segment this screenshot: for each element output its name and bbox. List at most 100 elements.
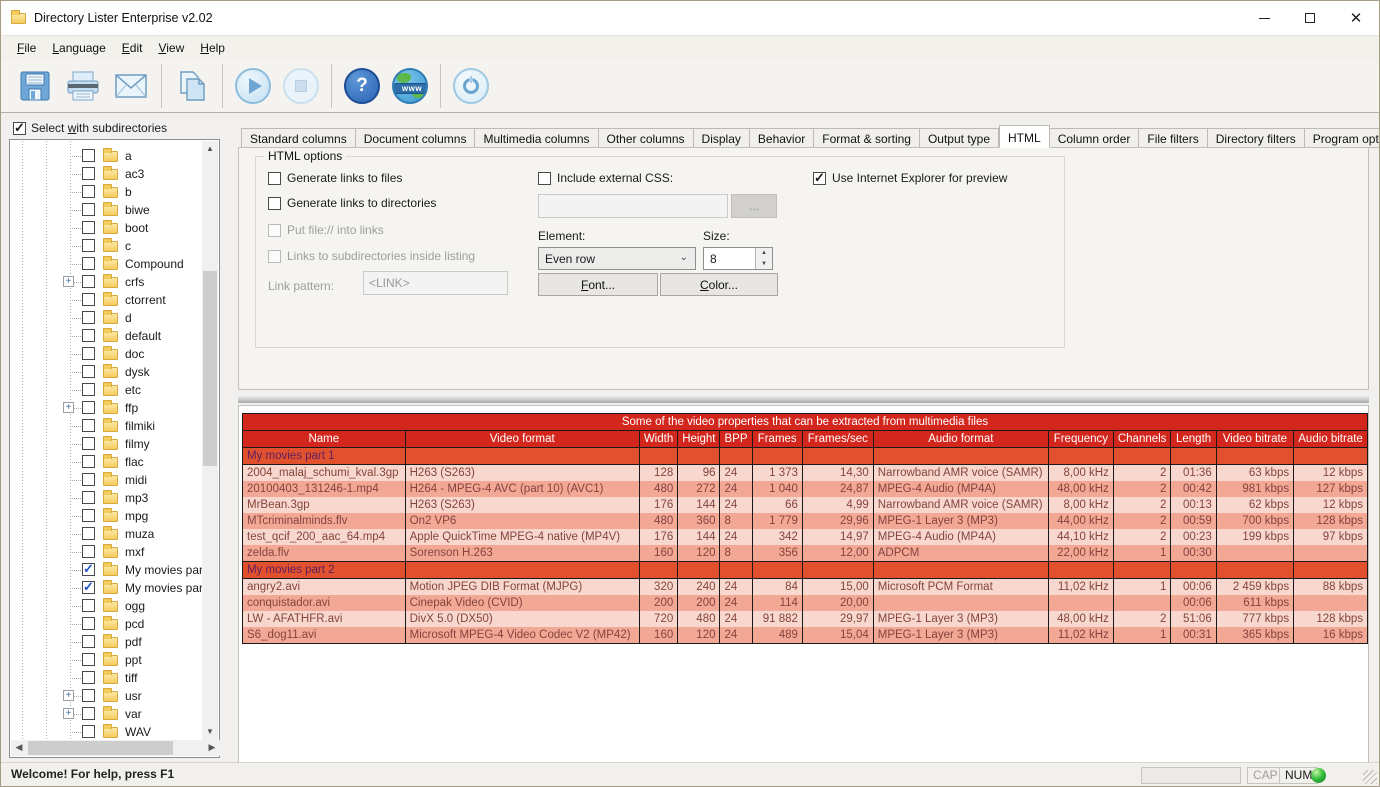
tree-item-ctorrent[interactable]: ctorrent xyxy=(11,291,203,309)
tree-item-mpg[interactable]: mpg xyxy=(11,507,203,525)
menu-edit[interactable]: Edit xyxy=(114,38,151,58)
scroll-up-icon[interactable]: ▲ xyxy=(202,141,218,157)
spin-down-icon[interactable]: ▼ xyxy=(756,258,772,269)
menu-file[interactable]: File xyxy=(9,38,44,58)
tree-item-ogg[interactable]: ogg xyxy=(11,597,203,615)
tree-item-label[interactable]: a xyxy=(125,149,132,163)
tree-item-label[interactable]: biwe xyxy=(125,203,150,217)
tree-item-dysk[interactable]: dysk xyxy=(11,363,203,381)
font-button[interactable]: Font... xyxy=(538,273,658,296)
generate-links-files-checkbox[interactable] xyxy=(268,171,281,185)
tree-checkbox[interactable] xyxy=(82,635,95,648)
tree-item-label[interactable]: ppt xyxy=(125,653,142,667)
spin-up-icon[interactable]: ▲ xyxy=(756,248,772,259)
tree-item-ppt[interactable]: ppt xyxy=(11,651,203,669)
tree-item-label[interactable]: filmy xyxy=(125,437,150,451)
tree-item-label[interactable]: muza xyxy=(125,527,154,541)
tree-item-label[interactable]: ctorrent xyxy=(125,293,166,307)
tree-item-my-movies-part-1[interactable]: My movies part 1 xyxy=(11,561,203,579)
tree-item-label[interactable]: etc xyxy=(125,383,141,397)
tab-behavior[interactable]: Behavior xyxy=(749,128,815,148)
tree-item-doc[interactable]: doc xyxy=(11,345,203,363)
tree-checkbox[interactable] xyxy=(82,509,95,522)
menu-language[interactable]: Language xyxy=(44,38,113,58)
tree-checkbox[interactable] xyxy=(82,149,95,162)
tree-item-usr[interactable]: + usr xyxy=(11,687,203,705)
tree-item-label[interactable]: boot xyxy=(125,221,148,235)
tree-checkbox[interactable] xyxy=(82,437,95,450)
tree-item-filmy[interactable]: filmy xyxy=(11,435,203,453)
scroll-right-icon[interactable]: ▶ xyxy=(204,740,220,756)
tree-item-label[interactable]: c xyxy=(125,239,131,253)
tree-checkbox[interactable] xyxy=(82,707,95,720)
tree-item-pdf[interactable]: pdf xyxy=(11,633,203,651)
horizontal-splitter[interactable] xyxy=(238,396,1369,403)
tab-display[interactable]: Display xyxy=(693,128,750,148)
tree-item-label[interactable]: doc xyxy=(125,347,144,361)
tree-item-label[interactable]: pcd xyxy=(125,617,144,631)
size-spinner[interactable]: 8 ▲ ▼ xyxy=(703,247,773,270)
tree-item-label[interactable]: ac3 xyxy=(125,167,144,181)
tree-item-label[interactable]: mp3 xyxy=(125,491,148,505)
tree-checkbox[interactable] xyxy=(82,203,95,216)
ie-preview-option[interactable]: Use Internet Explorer for preview xyxy=(813,170,1007,186)
tree-item-mxf[interactable]: mxf xyxy=(11,543,203,561)
tab-other-columns[interactable]: Other columns xyxy=(598,128,694,148)
tree-checkbox[interactable] xyxy=(82,671,95,684)
tree-checkbox[interactable] xyxy=(82,725,95,738)
tree-item-mp3[interactable]: mp3 xyxy=(11,489,203,507)
tree-item-my-movies-part-2[interactable]: My movies part 2 xyxy=(11,579,203,597)
tree-item-c[interactable]: c xyxy=(11,237,203,255)
tree-item-ffp[interactable]: + ffp xyxy=(11,399,203,417)
stop-button[interactable] xyxy=(277,63,325,109)
tree-checkbox[interactable] xyxy=(82,185,95,198)
tree-item-wav[interactable]: WAV xyxy=(11,723,203,740)
expand-plus-icon[interactable]: + xyxy=(63,690,74,701)
tree-item-label[interactable]: var xyxy=(125,707,142,721)
exit-button[interactable] xyxy=(447,63,495,109)
tree-checkbox[interactable] xyxy=(82,329,95,342)
select-subdirs-checkbox[interactable] xyxy=(13,120,26,136)
tree-checkbox[interactable] xyxy=(82,365,95,378)
tree-checkbox[interactable] xyxy=(82,455,95,468)
tab-program-options[interactable]: Program options xyxy=(1304,128,1379,148)
menu-help[interactable]: Help xyxy=(192,38,233,58)
maximize-button[interactable] xyxy=(1287,1,1333,35)
tree-checkbox[interactable] xyxy=(82,653,95,666)
tree-item-label[interactable]: My movies part 2 xyxy=(125,581,203,595)
expand-plus-icon[interactable]: + xyxy=(63,276,74,287)
tree-item-label[interactable]: mxf xyxy=(125,545,144,559)
tree-item-flac[interactable]: flac xyxy=(11,453,203,471)
close-button[interactable]: ✕ xyxy=(1333,1,1379,35)
tree-item-label[interactable]: WAV xyxy=(125,725,151,739)
tree-checkbox[interactable] xyxy=(82,473,95,486)
tree-item-b[interactable]: b xyxy=(11,183,203,201)
tree-checkbox[interactable] xyxy=(82,689,95,702)
generate-button[interactable] xyxy=(229,63,277,109)
help-button[interactable]: ? xyxy=(338,63,386,109)
tree-item-ac3[interactable]: ac3 xyxy=(11,165,203,183)
tree-item-label[interactable]: b xyxy=(125,185,132,199)
tab-output-type[interactable]: Output type xyxy=(919,128,1000,148)
tree-horizontal-scrollbar[interactable]: ◀ ▶ xyxy=(11,740,220,756)
element-dropdown[interactable]: Even row ⌄ xyxy=(538,247,696,270)
tree-checkbox[interactable] xyxy=(82,599,95,612)
tree-vertical-scrollbar[interactable]: ▲ ▼ xyxy=(202,141,218,740)
menu-view[interactable]: View xyxy=(150,38,192,58)
tree-item-label[interactable]: dysk xyxy=(125,365,150,379)
tree-item-label[interactable]: Compound xyxy=(125,257,184,271)
include-css-option[interactable]: Include external CSS: xyxy=(538,171,673,185)
tree-checkbox[interactable] xyxy=(82,239,95,252)
horizontal-scroll-thumb[interactable] xyxy=(28,741,173,755)
copy-button[interactable] xyxy=(168,63,216,109)
tree-item-tiff[interactable]: tiff xyxy=(11,669,203,687)
tree-item-label[interactable]: My movies part 1 xyxy=(125,563,203,577)
tab-html[interactable]: HTML xyxy=(999,125,1050,148)
tree-item-default[interactable]: default xyxy=(11,327,203,345)
generate-links-dirs-option[interactable]: Generate links to directories xyxy=(268,196,436,210)
tab-standard-columns[interactable]: Standard columns xyxy=(241,128,356,148)
tab-format-sorting[interactable]: Format & sorting xyxy=(814,128,920,148)
include-css-checkbox[interactable] xyxy=(538,171,551,185)
tab-file-filters[interactable]: File filters xyxy=(1139,128,1208,148)
resize-grip[interactable] xyxy=(1363,770,1377,784)
